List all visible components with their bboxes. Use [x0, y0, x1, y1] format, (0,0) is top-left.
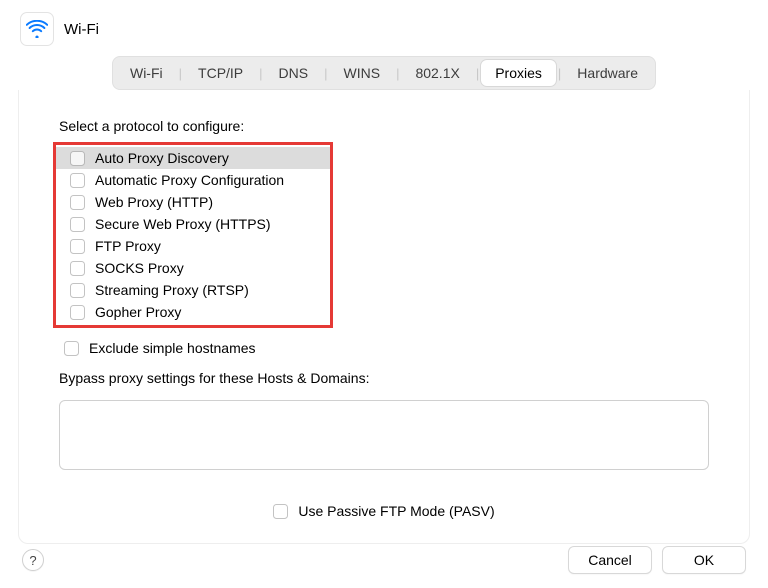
- protocol-label: Auto Proxy Discovery: [95, 150, 229, 166]
- tab-proxies[interactable]: Proxies: [481, 60, 556, 86]
- protocol-row[interactable]: Web Proxy (HTTP): [56, 191, 330, 213]
- pasv-label: Use Passive FTP Mode (PASV): [298, 503, 494, 519]
- dialog-footer: ? Cancel OK: [0, 546, 768, 574]
- window-header: Wi-Fi: [0, 0, 768, 50]
- select-protocol-label: Select a protocol to configure:: [59, 118, 709, 134]
- exclude-simple-hostnames-checkbox[interactable]: [64, 341, 79, 356]
- help-button[interactable]: ?: [22, 549, 44, 571]
- tab-dns[interactable]: DNS: [265, 60, 323, 86]
- protocol-checkbox[interactable]: [70, 151, 85, 166]
- protocol-row[interactable]: Auto Proxy Discovery: [56, 147, 330, 169]
- protocol-checkbox[interactable]: [70, 283, 85, 298]
- protocol-checkbox[interactable]: [70, 195, 85, 210]
- protocol-row[interactable]: Gopher Proxy: [56, 301, 330, 323]
- protocol-row[interactable]: Streaming Proxy (RTSP): [56, 279, 330, 301]
- protocol-checkbox[interactable]: [70, 305, 85, 320]
- bypass-textarea[interactable]: [59, 400, 709, 470]
- tab-wins[interactable]: WINS: [330, 60, 395, 86]
- protocol-checkbox[interactable]: [70, 261, 85, 276]
- protocol-checkbox[interactable]: [70, 173, 85, 188]
- protocol-label: FTP Proxy: [95, 238, 161, 254]
- tab-bar: Wi-Fi|TCP/IP|DNS|WINS|802.1X|Proxies|Har…: [0, 56, 768, 90]
- page-title: Wi-Fi: [64, 21, 99, 38]
- tab-wi-fi[interactable]: Wi-Fi: [116, 60, 177, 86]
- tab-separator: |: [322, 66, 329, 81]
- wifi-icon: [20, 12, 54, 46]
- tab-tcp-ip[interactable]: TCP/IP: [184, 60, 257, 86]
- protocol-row[interactable]: Automatic Proxy Configuration: [56, 169, 330, 191]
- bypass-label: Bypass proxy settings for these Hosts & …: [59, 370, 709, 386]
- tab-separator: |: [257, 66, 264, 81]
- pasv-row[interactable]: Use Passive FTP Mode (PASV): [59, 503, 709, 519]
- protocol-label: Automatic Proxy Configuration: [95, 172, 284, 188]
- cancel-button[interactable]: Cancel: [568, 546, 652, 574]
- protocol-list-highlight: Auto Proxy Discovery Automatic Proxy Conf…: [53, 142, 333, 328]
- ok-button[interactable]: OK: [662, 546, 746, 574]
- tab-separator: |: [177, 66, 184, 81]
- tab-802-1x[interactable]: 802.1X: [401, 60, 473, 86]
- exclude-simple-hostnames-row[interactable]: Exclude simple hostnames: [64, 340, 709, 356]
- protocol-row[interactable]: FTP Proxy: [56, 235, 330, 257]
- protocol-row[interactable]: Secure Web Proxy (HTTPS): [56, 213, 330, 235]
- protocol-label: Secure Web Proxy (HTTPS): [95, 216, 271, 232]
- tab-hardware[interactable]: Hardware: [563, 60, 652, 86]
- tab-separator: |: [394, 66, 401, 81]
- protocol-label: Web Proxy (HTTP): [95, 194, 213, 210]
- exclude-simple-hostnames-label: Exclude simple hostnames: [89, 340, 256, 356]
- tab-separator: |: [474, 66, 481, 81]
- tab-separator: |: [556, 66, 563, 81]
- protocol-label: Streaming Proxy (RTSP): [95, 282, 249, 298]
- protocol-label: Gopher Proxy: [95, 304, 181, 320]
- protocol-label: SOCKS Proxy: [95, 260, 184, 276]
- protocol-checkbox[interactable]: [70, 239, 85, 254]
- protocol-row[interactable]: SOCKS Proxy: [56, 257, 330, 279]
- pasv-checkbox[interactable]: [273, 504, 288, 519]
- protocol-checkbox[interactable]: [70, 217, 85, 232]
- proxies-panel: Select a protocol to configure: Auto Pro…: [18, 90, 750, 544]
